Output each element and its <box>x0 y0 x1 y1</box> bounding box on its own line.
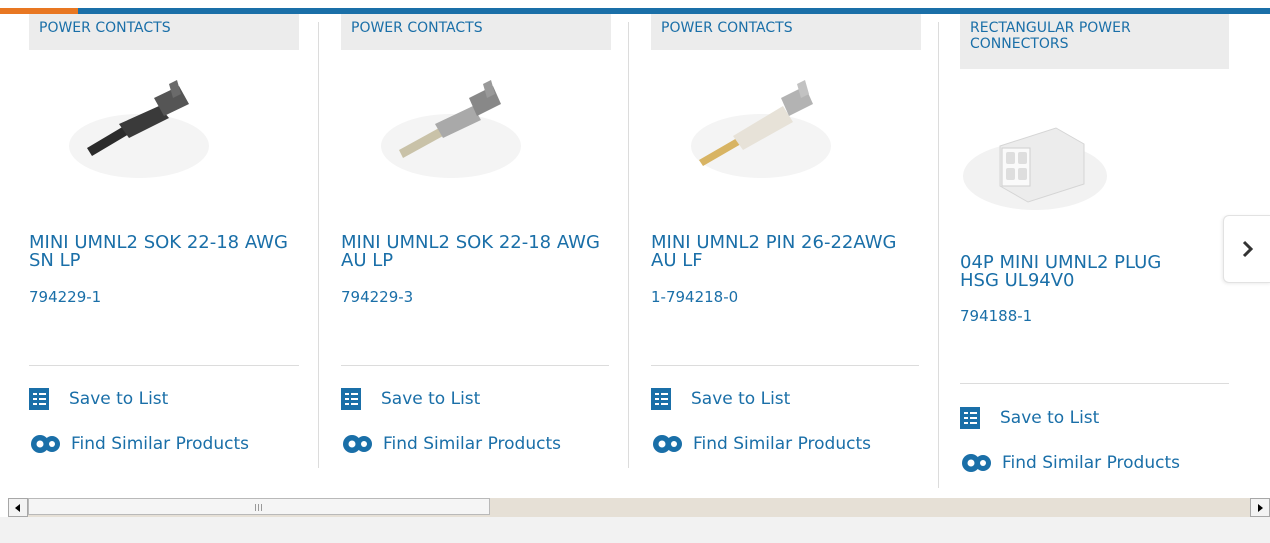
carousel-next-button[interactable] <box>1223 215 1270 283</box>
scrollbar-thumb[interactable] <box>28 498 490 515</box>
find-similar-button[interactable]: Find Similar Products <box>960 451 1180 475</box>
category-label: POWER CONTACTS <box>341 14 611 50</box>
product-image[interactable] <box>671 76 831 186</box>
save-to-list-button[interactable]: Save to List <box>341 388 480 410</box>
arrow-right-icon <box>1258 503 1263 512</box>
find-similar-label: Find Similar Products <box>71 434 249 454</box>
card-divider <box>938 22 939 488</box>
save-to-list-label: Save to List <box>69 389 169 409</box>
category-label: RECTANGULAR POWER CONNECTORS <box>960 14 1229 69</box>
save-to-list-label: Save to List <box>1000 408 1100 428</box>
divider <box>29 365 299 366</box>
save-to-list-button[interactable]: Save to List <box>651 388 790 410</box>
product-title-link[interactable]: MINI UMNL2 SOK 22-18 AWG SN LP <box>29 234 289 270</box>
find-similar-label: Find Similar Products <box>693 434 871 454</box>
footer-band <box>0 517 1270 543</box>
product-card: POWER CONTACTS MINI UMNL2 SOK 22-18 AWG … <box>341 14 629 469</box>
find-similar-label: Find Similar Products <box>1002 453 1180 473</box>
save-to-list-label: Save to List <box>381 389 481 409</box>
product-title-link[interactable]: MINI UMNL2 PIN 26-22AWG AU LF <box>651 234 911 270</box>
checklist-icon <box>29 388 49 410</box>
find-similar-button[interactable]: Find Similar Products <box>29 432 249 456</box>
find-similar-button[interactable]: Find Similar Products <box>651 432 871 456</box>
part-number[interactable]: 1-794218-0 <box>651 288 738 306</box>
find-similar-label: Find Similar Products <box>383 434 561 454</box>
product-image[interactable] <box>960 96 1110 216</box>
find-similar-button[interactable]: Find Similar Products <box>341 432 561 456</box>
category-label: POWER CONTACTS <box>29 14 299 50</box>
product-card: POWER CONTACTS MINI UMNL2 PIN 26-22AWG A… <box>651 14 939 469</box>
gears-icon <box>31 435 60 453</box>
gears-icon <box>653 435 682 453</box>
arrow-left-icon <box>15 503 20 512</box>
gears-icon <box>343 435 372 453</box>
product-title-link[interactable]: 04P MINI UMNL2 PLUG HSG UL94V0 <box>960 254 1200 290</box>
scroll-right-button[interactable] <box>1250 498 1270 517</box>
product-card: POWER CONTACTS MINI UMNL2 SOK 22-18 AWG … <box>29 14 319 469</box>
card-divider <box>628 22 629 468</box>
divider <box>960 383 1229 384</box>
gears-icon <box>962 454 991 472</box>
divider <box>341 365 609 366</box>
checklist-icon <box>341 388 361 410</box>
part-number[interactable]: 794229-1 <box>29 288 101 306</box>
checklist-icon <box>651 388 671 410</box>
save-to-list-button[interactable]: Save to List <box>960 407 1099 429</box>
chevron-right-icon <box>1242 240 1253 258</box>
part-number[interactable]: 794229-3 <box>341 288 413 306</box>
product-image[interactable] <box>361 76 521 186</box>
scroll-left-button[interactable] <box>8 498 28 517</box>
top-accent-bar <box>0 0 1270 14</box>
product-carousel: POWER CONTACTS MINI UMNL2 SOK 22-18 AWG … <box>0 14 1270 494</box>
checklist-icon <box>960 407 980 429</box>
product-card: RECTANGULAR POWER CONNECTORS 04P MINI UM… <box>960 14 1250 490</box>
save-to-list-label: Save to List <box>691 389 791 409</box>
thumb-grip <box>255 504 263 511</box>
divider <box>651 365 919 366</box>
category-label: POWER CONTACTS <box>651 14 921 50</box>
product-title-link[interactable]: MINI UMNL2 SOK 22-18 AWG AU LP <box>341 234 601 270</box>
save-to-list-button[interactable]: Save to List <box>29 388 168 410</box>
product-image[interactable] <box>49 76 209 186</box>
part-number[interactable]: 794188-1 <box>960 307 1032 325</box>
card-divider <box>318 22 319 468</box>
horizontal-scrollbar[interactable] <box>8 498 1270 517</box>
